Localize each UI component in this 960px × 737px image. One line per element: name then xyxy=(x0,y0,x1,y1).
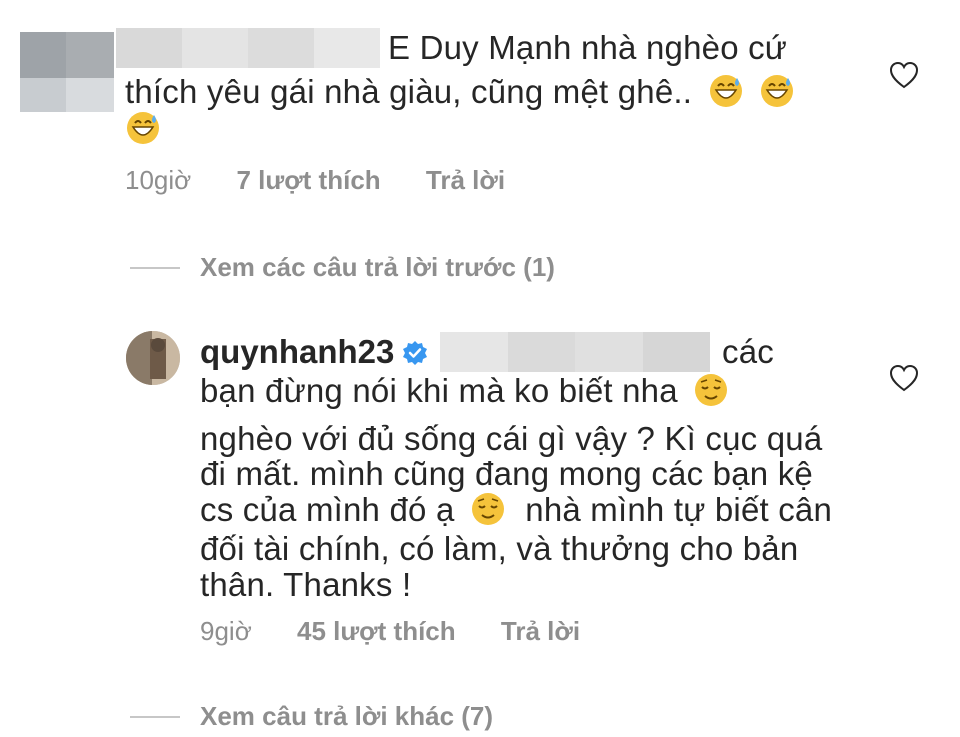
divider-line xyxy=(130,266,180,269)
avatar-image xyxy=(126,331,180,385)
view-previous-replies-button[interactable]: Xem các câu trả lời trước (1) xyxy=(130,252,555,283)
relieved-face-emoji-icon xyxy=(471,493,504,525)
reply-button[interactable]: Trả lời xyxy=(426,165,505,195)
comment-text: nhà mình tự biết cân xyxy=(525,491,833,528)
heart-icon[interactable] xyxy=(889,364,919,392)
grinning-sweat-emoji-icon xyxy=(760,75,793,107)
view-more-replies-button[interactable]: Xem câu trả lời khác (7) xyxy=(130,701,493,732)
comment-text-line: E Duy Mạnh nhà nghèo cứ xyxy=(388,29,788,66)
comment-meta: 9giờ 45 lượt thích Trả lời xyxy=(200,616,618,647)
divider-line xyxy=(130,715,180,718)
comment-time: 9giờ xyxy=(200,616,252,646)
blurred-avatar[interactable] xyxy=(20,32,114,112)
comment-text-line: thích yêu gái nhà giàu, cũng mệt ghê.. xyxy=(125,67,795,117)
likes-count-link[interactable]: 45 lượt thích xyxy=(297,616,456,646)
comment-text-line: các xyxy=(722,333,774,370)
verified-badge-icon xyxy=(403,341,427,365)
comment-text-line: thân. Thanks ! xyxy=(200,566,412,603)
view-more-replies-label: Xem câu trả lời khác (7) xyxy=(200,701,494,731)
blurred-username[interactable] xyxy=(116,28,380,68)
comment-text-line xyxy=(125,104,161,154)
comments-section: E Duy Mạnh nhà nghèo cứ thích yêu gái nh… xyxy=(0,0,960,737)
relieved-face-emoji-icon xyxy=(695,374,728,406)
heart-icon[interactable] xyxy=(889,61,919,89)
comment-text: thích yêu gái nhà giàu, cũng mệt ghê.. xyxy=(125,73,693,110)
avatar[interactable] xyxy=(126,331,180,385)
comment-meta: 10giờ 7 lượt thích Trả lời xyxy=(125,165,543,196)
comment-time: 10giờ xyxy=(125,165,192,195)
grinning-sweat-emoji-icon xyxy=(709,75,742,107)
comment-text-line: bạn đừng nói khi mà ko biết nha xyxy=(200,366,729,416)
comment-text: cs của mình đó ạ xyxy=(200,491,455,528)
likes-count-link[interactable]: 7 lượt thích xyxy=(236,165,380,195)
view-previous-replies-label: Xem các câu trả lời trước (1) xyxy=(200,252,555,282)
comment-text: bạn đừng nói khi mà ko biết nha xyxy=(200,372,678,409)
reply-button[interactable]: Trả lời xyxy=(501,616,580,646)
grinning-sweat-emoji-icon xyxy=(127,112,159,144)
